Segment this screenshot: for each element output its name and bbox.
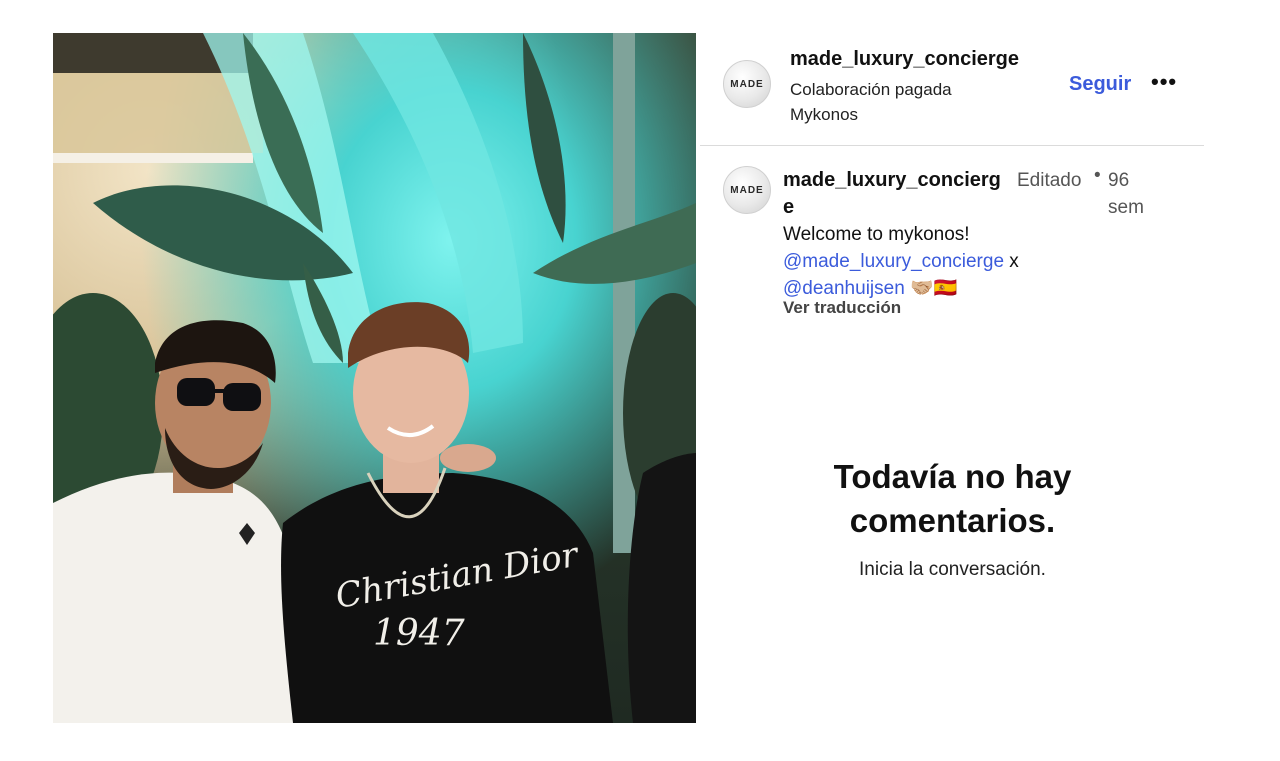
more-options-icon[interactable]: ••• [1151, 69, 1177, 95]
post-photo[interactable]: Christian Dior 1947 [53, 33, 696, 723]
location-label[interactable]: Mykonos [790, 102, 952, 127]
avatar-logo: MADE [730, 78, 764, 90]
caption-avatar[interactable]: MADE [723, 166, 771, 214]
edited-label: Editado [1017, 170, 1082, 191]
mention-deanhuijsen[interactable]: @deanhuijsen [783, 278, 905, 299]
photo-illustration: Christian Dior 1947 [53, 33, 696, 723]
caption-emojis: 🤝🏼🇪🇸 [910, 278, 958, 299]
separator-dot: • [1094, 165, 1101, 186]
caption-line: Welcome to mykonos! [783, 224, 970, 245]
no-comments-title: Todavía no hay comentarios. [833, 458, 1072, 539]
account-avatar[interactable]: MADE [723, 60, 771, 108]
mention-made-luxury[interactable]: @made_luxury_concierge [783, 251, 1004, 272]
no-comments-subtitle: Inicia la conversación. [859, 559, 1046, 580]
caption-connector: x [1004, 251, 1019, 272]
caption-block: MADE made_luxury_concierge Editado • 96 … [700, 161, 1204, 331]
header-username[interactable]: made_luxury_concierge [790, 48, 1019, 71]
post-side-panel: MADE made_luxury_concierge Colaboración … [700, 33, 1204, 733]
follow-button[interactable]: Seguir [1069, 73, 1131, 96]
see-translation-link[interactable]: Ver traducción [783, 298, 901, 318]
paid-partnership-label[interactable]: Colaboración pagada [790, 77, 952, 102]
caption-username[interactable]: made_luxury_concierge [783, 167, 1008, 221]
post-time[interactable]: 96 sem [1108, 167, 1160, 221]
post-header: MADE made_luxury_concierge Colaboración … [700, 33, 1204, 146]
header-subtitle: Colaboración pagada Mykonos [790, 77, 952, 127]
avatar-logo: MADE [730, 184, 764, 196]
shirt-print-year: 1947 [373, 613, 465, 654]
caption-text: Welcome to mykonos! @made_luxury_concier… [783, 221, 1113, 302]
